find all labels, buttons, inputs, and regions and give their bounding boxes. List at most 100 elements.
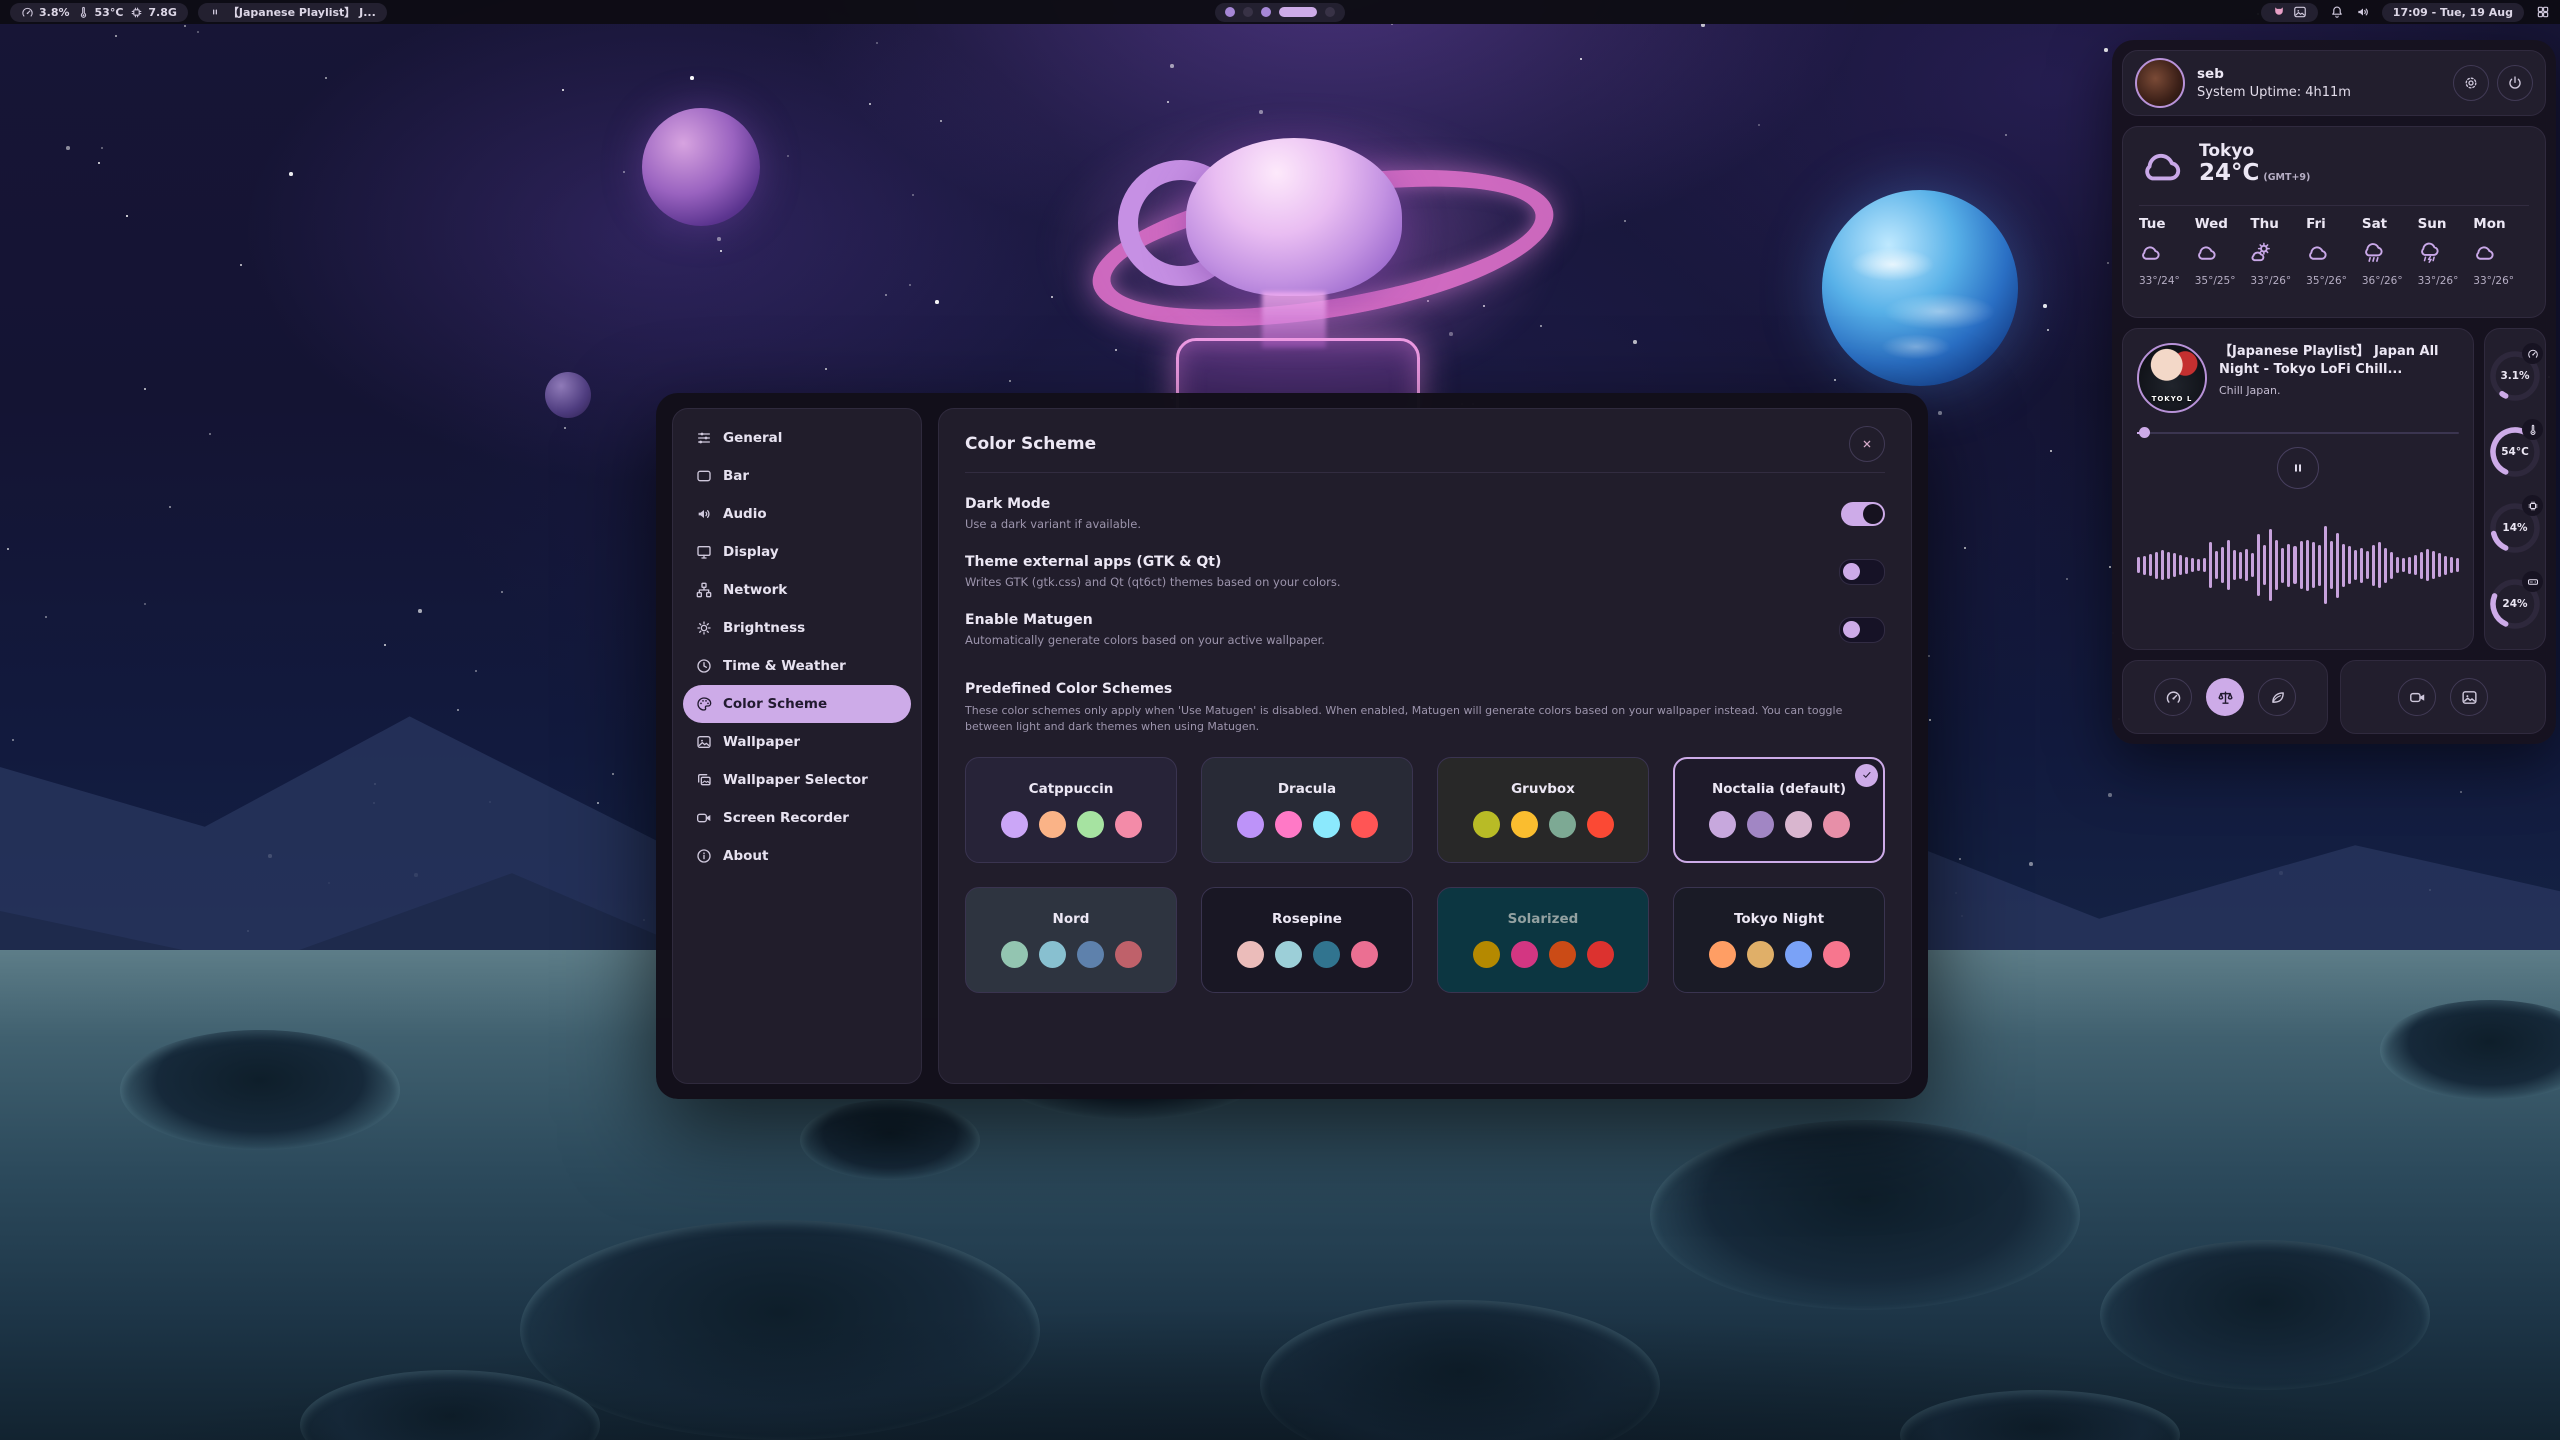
notifications-button[interactable]	[2330, 5, 2344, 19]
scheme-card-solarized[interactable]: Solarized	[1437, 887, 1649, 993]
sidebar-item-brightness[interactable]: Brightness	[683, 609, 911, 647]
play-pause-button[interactable]	[2277, 447, 2319, 489]
scheme-card-rosepine[interactable]: Rosepine	[1201, 887, 1413, 993]
top-bar: 3.8%53°C7.8G 【Japanese Playlist】 J... 17…	[0, 0, 2560, 24]
weather-card: Tokyo 24°C(GMT+9) Tue33°/24°Wed35°/25°Th…	[2122, 126, 2546, 318]
color-dot	[1823, 941, 1850, 968]
workspace-dot-3[interactable]	[1261, 7, 1271, 17]
color-dot	[1313, 811, 1340, 838]
scheme-card-gruvbox[interactable]: Gruvbox	[1437, 757, 1649, 863]
purple-planet	[642, 108, 760, 226]
color-dot	[1077, 941, 1104, 968]
scheme-card-nord[interactable]: Nord	[965, 887, 1177, 993]
media-pill[interactable]: 【Japanese Playlist】 J...	[198, 3, 387, 22]
scheme-card-dracula[interactable]: Dracula	[1201, 757, 1413, 863]
weather-divider	[2139, 205, 2529, 206]
stat-speedometer: 3.8%	[21, 6, 70, 19]
sidebar-item-network[interactable]: Network	[683, 571, 911, 609]
cloud-icon	[2306, 241, 2329, 264]
seek-bar[interactable]	[2137, 427, 2459, 437]
media-player-card: TOKYO L 【Japanese Playlist】 Japan All Ni…	[2122, 328, 2474, 650]
cloud-icon	[2139, 241, 2162, 264]
toggle-on[interactable]	[1841, 502, 1885, 526]
leaf-icon	[2269, 689, 2286, 706]
sidebar-item-color-scheme[interactable]: Color Scheme	[683, 685, 911, 723]
color-dot	[1549, 941, 1576, 968]
settings-button[interactable]	[2453, 65, 2489, 101]
desktop: 3.8%53°C7.8G 【Japanese Playlist】 J... 17…	[0, 0, 2560, 1440]
tray-app[interactable]	[2272, 5, 2286, 19]
color-dot	[1237, 941, 1264, 968]
pause-icon	[209, 6, 221, 18]
workspace-dot-1[interactable]	[1225, 7, 1235, 17]
workspace-dot-5[interactable]	[1325, 7, 1335, 17]
thermometer-icon	[77, 6, 90, 19]
profile-balanced[interactable]	[2206, 678, 2244, 716]
sidebar-item-bar[interactable]: Bar	[683, 457, 911, 495]
sidebar-item-general[interactable]: General	[683, 419, 911, 457]
grid-icon	[2536, 5, 2550, 19]
toggle-row: Enable MatugenAutomatically generate col…	[965, 612, 1885, 647]
forecast-row: Tue33°/24°Wed35°/25°Thu33°/26°Fri35°/26°…	[2139, 216, 2529, 287]
tray-image[interactable]	[2293, 5, 2307, 19]
sidebar-item-display[interactable]: Display	[683, 533, 911, 571]
clock-icon	[696, 658, 712, 674]
scheme-card-noctalia-default-[interactable]: Noctalia (default)	[1673, 757, 1885, 863]
screen-recorder-button[interactable]	[2398, 678, 2436, 716]
image-icon	[2461, 689, 2478, 706]
album-art: TOKYO L	[2137, 343, 2207, 413]
sidebar-item-wallpaper-selector[interactable]: Wallpaper Selector	[683, 761, 911, 799]
sidebar-item-wallpaper[interactable]: Wallpaper	[683, 723, 911, 761]
profile-performance[interactable]	[2154, 678, 2192, 716]
toggle-off[interactable]	[1839, 559, 1885, 585]
uptime-label: System Uptime: 4h11m	[2197, 85, 2351, 100]
forecast-day: Tue33°/24°	[2139, 216, 2195, 287]
cloud-icon	[2473, 241, 2496, 264]
gauge-speedometer: 3.1%	[2488, 343, 2542, 407]
color-dot	[1275, 811, 1302, 838]
pause-icon	[209, 6, 221, 18]
cloud-icon	[2139, 143, 2185, 189]
wallpaper-button[interactable]	[2450, 678, 2488, 716]
workspace-dot-2[interactable]	[1243, 7, 1253, 17]
speedometer-icon	[21, 6, 34, 19]
sidebar-item-about[interactable]: About	[683, 837, 911, 875]
toggle-off[interactable]	[1839, 617, 1885, 643]
network-icon	[696, 582, 712, 598]
close-button[interactable]	[1849, 426, 1885, 462]
volume-button[interactable]	[2356, 5, 2370, 19]
forecast-day: Fri35°/26°	[2306, 216, 2362, 287]
scheme-card-tokyo-night[interactable]: Tokyo Night	[1673, 887, 1885, 993]
brightness-icon	[696, 620, 712, 636]
color-dot	[1823, 811, 1850, 838]
color-dot	[1115, 811, 1142, 838]
section-description: These color schemes only apply when 'Use…	[965, 703, 1885, 735]
close-icon	[1859, 436, 1875, 452]
settings-content: Color Scheme Dark ModeUse a dark variant…	[938, 408, 1912, 1084]
small-planet	[545, 372, 591, 418]
weather-city: Tokyo	[2199, 141, 2310, 161]
sidebar-item-audio[interactable]: Audio	[683, 495, 911, 533]
color-dot	[1039, 941, 1066, 968]
color-dot	[1077, 811, 1104, 838]
color-dot	[1313, 941, 1340, 968]
quick-actions-card	[2340, 660, 2546, 734]
video-icon	[696, 810, 712, 826]
color-dot	[1473, 941, 1500, 968]
app-launcher-button[interactable]	[2536, 5, 2550, 19]
settings-sidebar: GeneralBarAudioDisplayNetworkBrightnessT…	[672, 408, 922, 1084]
workspace-dot-4[interactable]	[1279, 7, 1317, 17]
profile-powersave[interactable]	[2258, 678, 2296, 716]
paw-icon	[2272, 5, 2286, 19]
suncloud-icon	[2250, 241, 2273, 264]
clock-pill[interactable]: 17:09 - Tue, 19 Aug	[2382, 3, 2524, 22]
toggle-row: Dark ModeUse a dark variant if available…	[965, 496, 1885, 531]
power-button[interactable]	[2497, 65, 2533, 101]
sidebar-item-time-weather[interactable]: Time & Weather	[683, 647, 911, 685]
color-dot	[1709, 941, 1736, 968]
sidebar-item-screen-recorder[interactable]: Screen Recorder	[683, 799, 911, 837]
scheme-card-catppuccin[interactable]: Catppuccin	[965, 757, 1177, 863]
monitor-icon	[696, 544, 712, 560]
system-stats-pill: 3.8%53°C7.8G	[10, 3, 188, 22]
cloud-icon	[2139, 143, 2185, 193]
